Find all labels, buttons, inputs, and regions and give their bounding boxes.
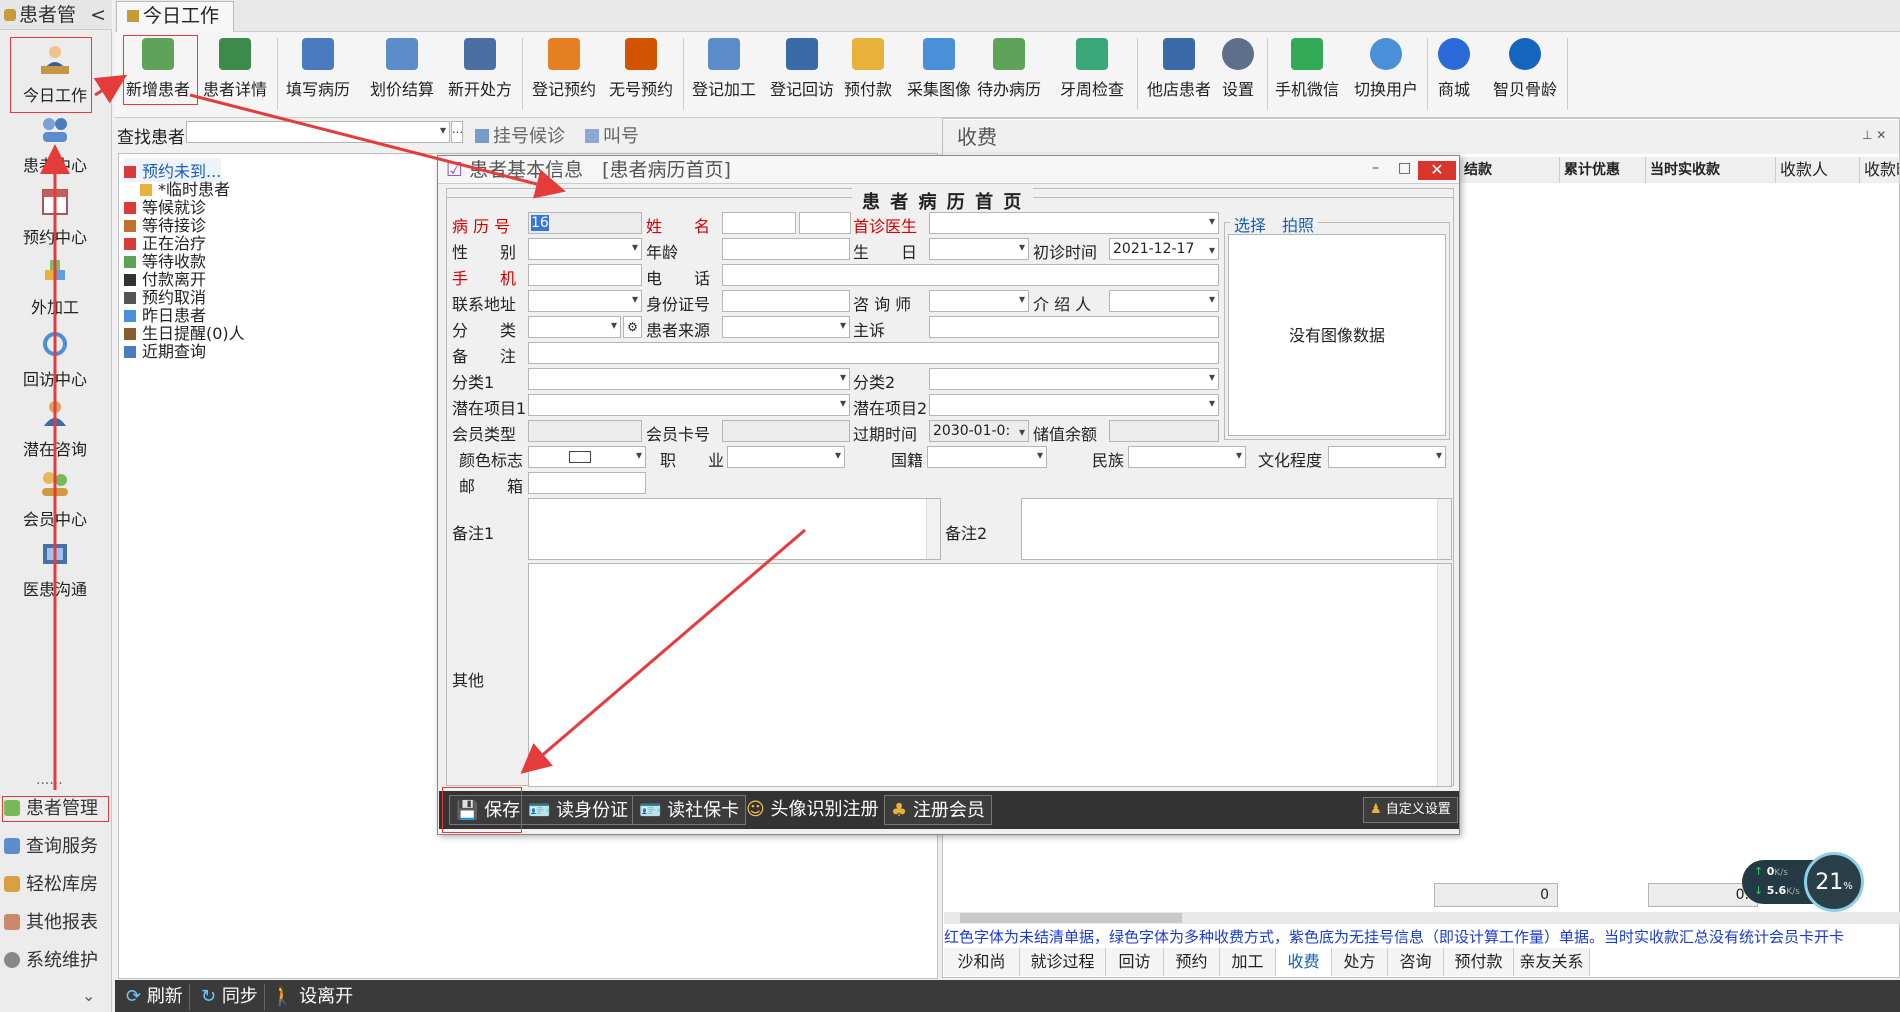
annotation-arrows — [40, 74, 806, 790]
